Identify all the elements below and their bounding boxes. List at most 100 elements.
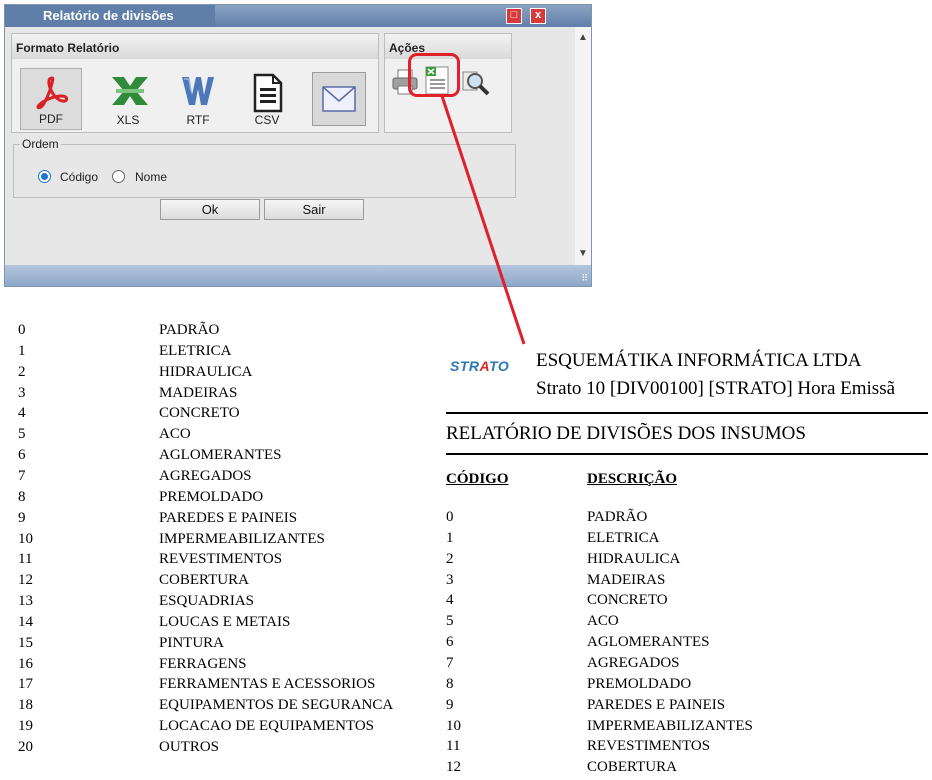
radio-codigo-label[interactable]: Código <box>60 170 98 184</box>
division-code: 0 <box>18 322 26 338</box>
division-code: 5 <box>446 613 454 630</box>
division-code: 9 <box>18 509 26 526</box>
division-code: 8 <box>18 488 26 505</box>
dialog-content: Formato Relatório PDF XLS RTF CSV Ações … <box>5 27 575 265</box>
division-description: LOUCAS E METAIS <box>159 613 291 630</box>
exit-button[interactable]: Sair <box>264 199 364 220</box>
division-code: 1 <box>18 342 26 359</box>
email-envelope-icon <box>322 86 356 112</box>
vertical-scrollbar[interactable]: ▲ ▼ <box>575 27 591 265</box>
company-name: ESQUEMÁTIKA INFORMÁTICA LTDA <box>536 350 862 371</box>
dialog-title: Relatório de divisões <box>43 8 174 23</box>
division-code: 0 <box>446 509 454 525</box>
division-description: CONCRETO <box>587 592 668 609</box>
division-description: FERRAGENS <box>159 655 247 672</box>
format-xls-button[interactable]: XLS <box>97 68 159 130</box>
division-code: 4 <box>18 405 26 422</box>
division-description: CONCRETO <box>159 405 240 422</box>
division-code: 10 <box>18 530 33 547</box>
division-description: LOCACAO DE EQUIPAMENTOS <box>159 718 375 735</box>
order-group: Ordem Código Nome <box>13 137 516 198</box>
division-code: 15 <box>18 634 33 651</box>
division-code: 4 <box>446 592 454 609</box>
email-button[interactable] <box>312 72 366 126</box>
scroll-down-icon[interactable]: ▼ <box>578 249 588 259</box>
column-header-description: DESCRIÇÃO <box>587 471 678 487</box>
division-code: 2 <box>446 550 454 567</box>
resize-grip-icon[interactable]: ⠿ <box>581 273 588 284</box>
column-header-code: CÓDIGO <box>446 471 509 487</box>
division-description: PINTURA <box>159 634 225 651</box>
division-description: IMPERMEABILIZANTES <box>587 717 753 734</box>
division-description: ELETRICA <box>159 342 232 359</box>
report-subtitle: Strato 10 [DIV00100] [STRATO] Hora Emiss… <box>536 378 896 399</box>
search-zoom-icon[interactable] <box>461 68 491 96</box>
csv-document-icon <box>253 73 283 113</box>
division-description: HIDRAULICA <box>159 363 253 380</box>
ok-button[interactable]: Ok <box>160 199 260 220</box>
division-description: REVESTIMENTOS <box>159 551 283 568</box>
division-code: 3 <box>446 571 454 588</box>
division-description: HIDRAULICA <box>587 550 681 567</box>
division-code: 14 <box>18 613 33 630</box>
format-label-xls: XLS <box>116 113 140 127</box>
division-code: 13 <box>18 593 33 610</box>
format-pdf-button[interactable]: PDF <box>20 68 82 130</box>
division-code: 12 <box>446 759 461 776</box>
division-code: 11 <box>446 738 461 755</box>
division-description: COBERTURA <box>159 572 249 589</box>
title-bar[interactable]: Relatório de divisões □ x <box>5 5 591 27</box>
division-description: REVESTIMENTOS <box>587 738 711 755</box>
format-rtf-button[interactable]: RTF <box>167 68 229 130</box>
division-code: 5 <box>18 426 26 443</box>
division-code: 10 <box>446 717 461 734</box>
radio-codigo[interactable] <box>38 170 51 183</box>
division-description: PAREDES E PAINEIS <box>159 509 298 526</box>
division-code: 9 <box>446 696 454 713</box>
division-code: 6 <box>18 447 26 464</box>
format-panel: Formato Relatório PDF XLS RTF CSV <box>11 33 379 133</box>
divider-bottom <box>446 453 928 455</box>
division-description: COBERTURA <box>587 759 677 776</box>
division-code: 2 <box>18 363 26 380</box>
division-code: 20 <box>18 739 33 755</box>
division-description: IMPERMEABILIZANTES <box>159 530 325 547</box>
division-code: 1 <box>446 529 454 546</box>
division-description: AGREGADOS <box>159 467 252 484</box>
format-label-rtf: RTF <box>186 113 210 127</box>
report-dialog: Relatório de divisões □ x Formato Relató… <box>4 4 592 287</box>
division-description: AGLOMERANTES <box>587 634 710 651</box>
division-description: ACO <box>587 613 619 630</box>
division-code: 16 <box>18 655 33 672</box>
scroll-up-icon[interactable]: ▲ <box>578 33 588 43</box>
division-description: PREMOLDADO <box>587 675 692 692</box>
division-description: PADRÃO <box>159 322 220 338</box>
division-code: 11 <box>18 551 33 568</box>
division-code: 19 <box>18 718 33 735</box>
division-description: AGLOMERANTES <box>159 447 282 464</box>
division-description: MADEIRAS <box>159 384 238 401</box>
division-description: PAREDES E PAINEIS <box>587 696 726 713</box>
radio-nome[interactable] <box>112 170 125 183</box>
format-csv-button[interactable]: CSV <box>236 68 298 130</box>
highlight-box <box>408 53 460 97</box>
division-description: PADRÃO <box>587 509 648 525</box>
report-title: RELATÓRIO DE DIVISÕES DOS INSUMOS <box>446 423 806 444</box>
division-description: AGREGADOS <box>587 654 680 671</box>
division-description: ACO <box>159 426 191 443</box>
division-description: FERRAMENTAS E ACESSORIOS <box>159 676 376 693</box>
radio-nome-label[interactable]: Nome <box>135 170 167 184</box>
format-label-csv: CSV <box>254 113 280 127</box>
division-description: PREMOLDADO <box>159 488 264 505</box>
division-description: ELETRICA <box>587 529 660 546</box>
status-bar: ⠿ <box>5 265 591 286</box>
division-code: 7 <box>18 467 26 484</box>
close-button[interactable]: x <box>530 8 546 24</box>
format-panel-header: Formato Relatório <box>12 34 378 59</box>
pdf-icon <box>36 76 69 110</box>
maximize-button[interactable]: □ <box>506 8 522 24</box>
strato-logo: STRATO <box>450 358 510 374</box>
division-description: ESQUADRIAS <box>159 593 255 610</box>
division-code: 7 <box>446 654 454 671</box>
order-legend: Ordem <box>20 137 61 151</box>
